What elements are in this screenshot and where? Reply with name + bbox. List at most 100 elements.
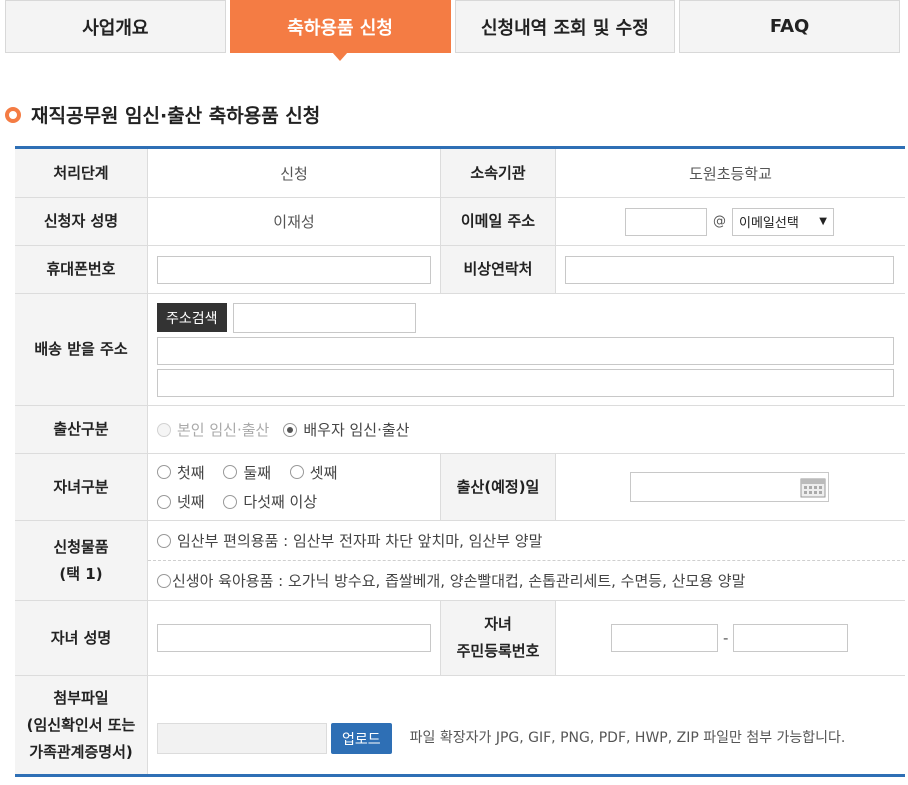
due-date-label: 출산(예정)일	[440, 454, 556, 520]
tab-overview[interactable]: 사업개요	[5, 0, 226, 53]
rrn-dash: -	[723, 629, 729, 647]
radio-checked-icon	[283, 422, 298, 437]
emergency-label: 비상연락처	[440, 246, 556, 293]
child-rrn-cell: -	[556, 601, 905, 675]
attach-label-line-3: 가족관계증명서)	[29, 742, 133, 761]
email-domain-select[interactable]: 이메일선택 ▼	[732, 207, 834, 236]
item-label: 신청물품 (택 1)	[15, 521, 148, 600]
child-rrn-label: 자녀 주민등록번호	[440, 601, 556, 675]
item-option-maternity-line: 임산부 편의용품 : 임산부 전자파 차단 앞치마, 임산부 양말	[148, 521, 905, 561]
child-order-fifth-option[interactable]: 다섯째 이상	[223, 491, 317, 512]
due-date-cell	[556, 454, 905, 520]
stage-label: 처리단계	[15, 149, 148, 197]
birth-type-spouse-option[interactable]: 배우자 임신·출산	[283, 419, 409, 440]
address-line1-input[interactable]	[157, 336, 894, 365]
child-order-first-label: 첫째	[177, 463, 205, 482]
email-at-sign: @	[713, 214, 726, 229]
child-name-label: 자녀 성명	[15, 601, 148, 675]
attach-label: 첨부파일 (임신확인서 또는 가족관계증명서)	[15, 676, 148, 774]
radio-icon	[157, 533, 171, 548]
child-order-line-1: 첫째 둘째 셋째	[157, 462, 351, 484]
item-option-newborn-line: 신생아 육아용품 : 오가닉 방수요, 좁쌀베개, 양손빨대컵, 손톱관리세트,…	[148, 561, 905, 600]
chevron-down-icon: ▼	[819, 216, 827, 227]
item-option-maternity-label: 임산부 편의용품 : 임산부 전자파 차단 앞치마, 임산부 양말	[177, 532, 543, 550]
radio-icon	[157, 465, 171, 479]
birth-type-spouse-label: 배우자 임신·출산	[303, 421, 410, 439]
zipcode-input[interactable]	[232, 302, 416, 333]
tab-gift-apply[interactable]: 축하용품 신청	[229, 0, 451, 61]
page-title: 재직공무원 임신·출산 축하용품 신청	[31, 105, 321, 127]
child-order-third-option[interactable]: 셋째	[289, 462, 338, 483]
email-cell: @ 이메일선택 ▼	[556, 198, 905, 245]
tab-gift-apply-label: 축하용품 신청	[287, 17, 393, 39]
child-rrn-front-input[interactable]	[611, 624, 718, 652]
tab-history[interactable]: 신청내역 조회 및 수정	[454, 0, 676, 53]
child-rrn-back-input[interactable]	[733, 624, 849, 652]
child-order-cell: 첫째 둘째 셋째 넷째 다섯째 이상	[148, 454, 440, 520]
radio-icon	[157, 422, 171, 437]
form-row-stage: 처리단계 신청 소속기관 도원초등학교	[15, 149, 905, 198]
mobile-input[interactable]	[157, 255, 431, 284]
applicant-value: 이재성	[273, 213, 315, 231]
child-order-second-label: 둘째	[243, 463, 271, 482]
address-search-line: 주소검색	[157, 302, 416, 333]
child-rrn-label-line-2: 주민등록번호	[456, 642, 540, 660]
radio-icon	[223, 465, 238, 479]
birth-type-self-option[interactable]: 본인 임신·출산	[157, 419, 269, 440]
form-row-child-order: 자녀구분 첫째 둘째 셋째 넷째 다섯째 이상 출산(예정)일	[15, 454, 905, 521]
tab-overview-label: 사업개요	[82, 17, 149, 39]
mobile-label: 휴대폰번호	[15, 246, 148, 293]
child-order-second-option[interactable]: 둘째	[223, 462, 271, 483]
emergency-input[interactable]	[565, 255, 894, 284]
attach-note: 파일 확장자가 JPG, GIF, PNG, PDF, HWP, ZIP 파일만…	[409, 730, 846, 746]
item-label-line-2: (택 1)	[59, 564, 103, 583]
radio-icon	[289, 465, 304, 479]
child-order-first-option[interactable]: 첫째	[157, 462, 205, 483]
birth-type-cell: 본인 임신·출산 배우자 임신·출산	[148, 406, 905, 453]
calendar-icon[interactable]	[800, 476, 826, 498]
address-cell: 주소검색	[148, 294, 905, 405]
child-name-cell	[148, 601, 440, 675]
due-date-input[interactable]	[630, 472, 829, 502]
item-option-newborn-label: 신생아 육아용품 : 오가닉 방수요, 좁쌀베개, 양손빨대컵, 손톱관리세트,…	[172, 572, 746, 590]
attach-cell: 업로드 파일 확장자가 JPG, GIF, PNG, PDF, HWP, ZIP…	[148, 676, 905, 774]
form-row-birth-type: 출산구분 본인 임신·출산 배우자 임신·출산	[15, 406, 905, 454]
address-search-button[interactable]: 주소검색	[157, 303, 227, 332]
applicant-label: 신청자 성명	[15, 198, 148, 245]
child-rrn-label-line-1: 자녀	[484, 615, 512, 633]
form-row-applicant: 신청자 성명 이재성 이메일 주소 @ 이메일선택 ▼	[15, 198, 905, 246]
item-option-newborn[interactable]: 신생아 육아용품 : 오가닉 방수요, 좁쌀베개, 양손빨대컵, 손톱관리세트,…	[157, 570, 745, 591]
address-label: 배송 받을 주소	[15, 294, 148, 405]
radio-icon	[157, 573, 171, 588]
application-form: 처리단계 신청 소속기관 도원초등학교 신청자 성명 이재성 이메일 주소 @ …	[15, 146, 905, 777]
section-header: 재직공무원 임신·출산 축하용품 신청	[5, 101, 320, 128]
child-order-fourth-option[interactable]: 넷째	[157, 491, 205, 512]
email-label: 이메일 주소	[440, 198, 556, 245]
org-label: 소속기관	[440, 149, 556, 197]
child-order-third-label: 셋째	[309, 463, 338, 482]
item-label-line-1: 신청물품	[53, 537, 109, 556]
email-id-input[interactable]	[625, 207, 707, 236]
birth-type-label: 출산구분	[15, 406, 148, 453]
attach-file-field[interactable]	[157, 723, 327, 754]
tab-bar: 사업개요 축하용품 신청 신청내역 조회 및 수정 FAQ	[5, 0, 900, 61]
form-row-items: 신청물품 (택 1) 임산부 편의용품 : 임산부 전자파 차단 앞치마, 임산…	[15, 521, 905, 601]
birth-type-self-label: 본인 임신·출산	[177, 421, 270, 439]
form-row-address: 배송 받을 주소 주소검색	[15, 294, 905, 406]
address-line2-input[interactable]	[157, 368, 894, 397]
stage-value: 신청	[280, 164, 308, 183]
item-option-maternity[interactable]: 임산부 편의용품 : 임산부 전자파 차단 앞치마, 임산부 양말	[157, 530, 542, 551]
radio-icon	[157, 494, 171, 509]
item-options-cell: 임산부 편의용품 : 임산부 전자파 차단 앞치마, 임산부 양말 신생아 육아…	[148, 521, 905, 600]
tab-faq[interactable]: FAQ	[679, 0, 900, 53]
attach-label-line-2: (임신확인서 또는	[26, 715, 136, 734]
child-order-line-2: 넷째 다섯째 이상	[157, 491, 331, 513]
emergency-cell	[556, 246, 905, 293]
upload-button[interactable]: 업로드	[331, 723, 392, 754]
org-value: 도원초등학교	[689, 164, 772, 183]
form-row-phone: 휴대폰번호 비상연락처	[15, 246, 905, 294]
child-name-input[interactable]	[157, 624, 431, 652]
child-order-fourth-label: 넷째	[177, 493, 205, 511]
mobile-cell	[148, 246, 440, 293]
form-row-attachment: 첨부파일 (임신확인서 또는 가족관계증명서) 업로드 파일 확장자가 JPG,…	[15, 676, 905, 774]
